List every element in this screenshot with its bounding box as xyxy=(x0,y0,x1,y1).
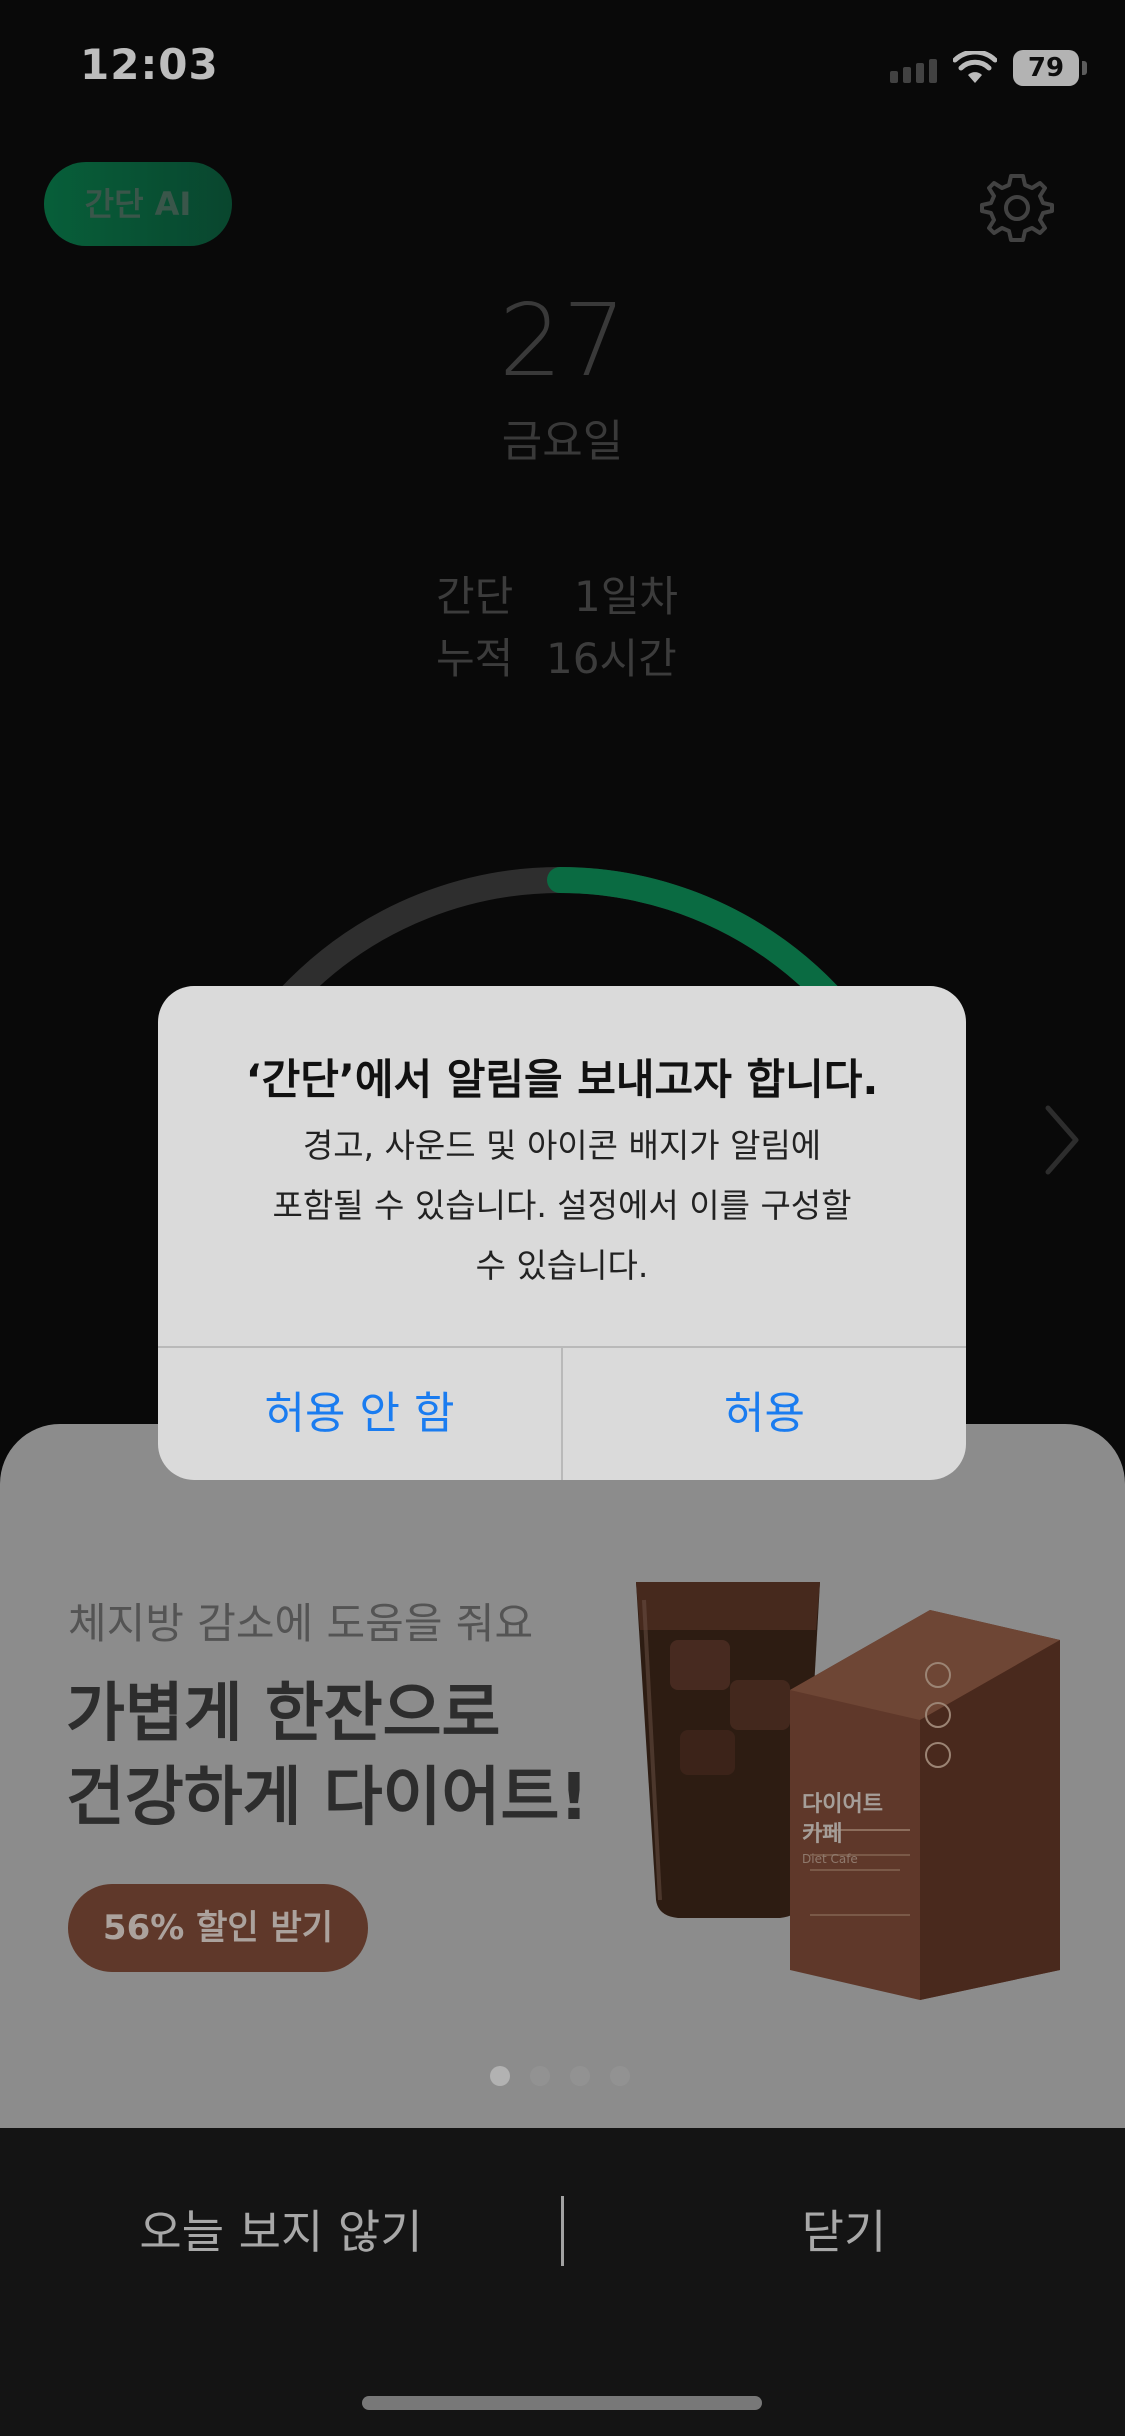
alert-message: 경고, 사운드 및 아이콘 배지가 알림에 포함될 수 있습니다. 설정에서 이… xyxy=(218,1116,906,1296)
alert-message-line: 포함될 수 있습니다. 설정에서 이를 구성할 xyxy=(272,1186,852,1225)
alert-title: ‘간단’에서 알림을 보내고자 합니다. xyxy=(245,1055,879,1104)
alert-message-line: 경고, 사운드 및 아이콘 배지가 알림에 xyxy=(302,1126,822,1165)
alert-message-line: 수 있습니다. xyxy=(475,1246,649,1285)
notification-permission-alert: ‘간단’에서 알림을 보내고자 합니다. 경고, 사운드 및 아이콘 배지가 알… xyxy=(158,986,966,1480)
allow-button[interactable]: 허용 xyxy=(563,1348,966,1480)
deny-button[interactable]: 허용 안 함 xyxy=(158,1348,561,1480)
screen: 12:03 79 간단 AI 27 금요일 간단 1일차 누적 16시간 체지방… xyxy=(0,0,1125,2436)
